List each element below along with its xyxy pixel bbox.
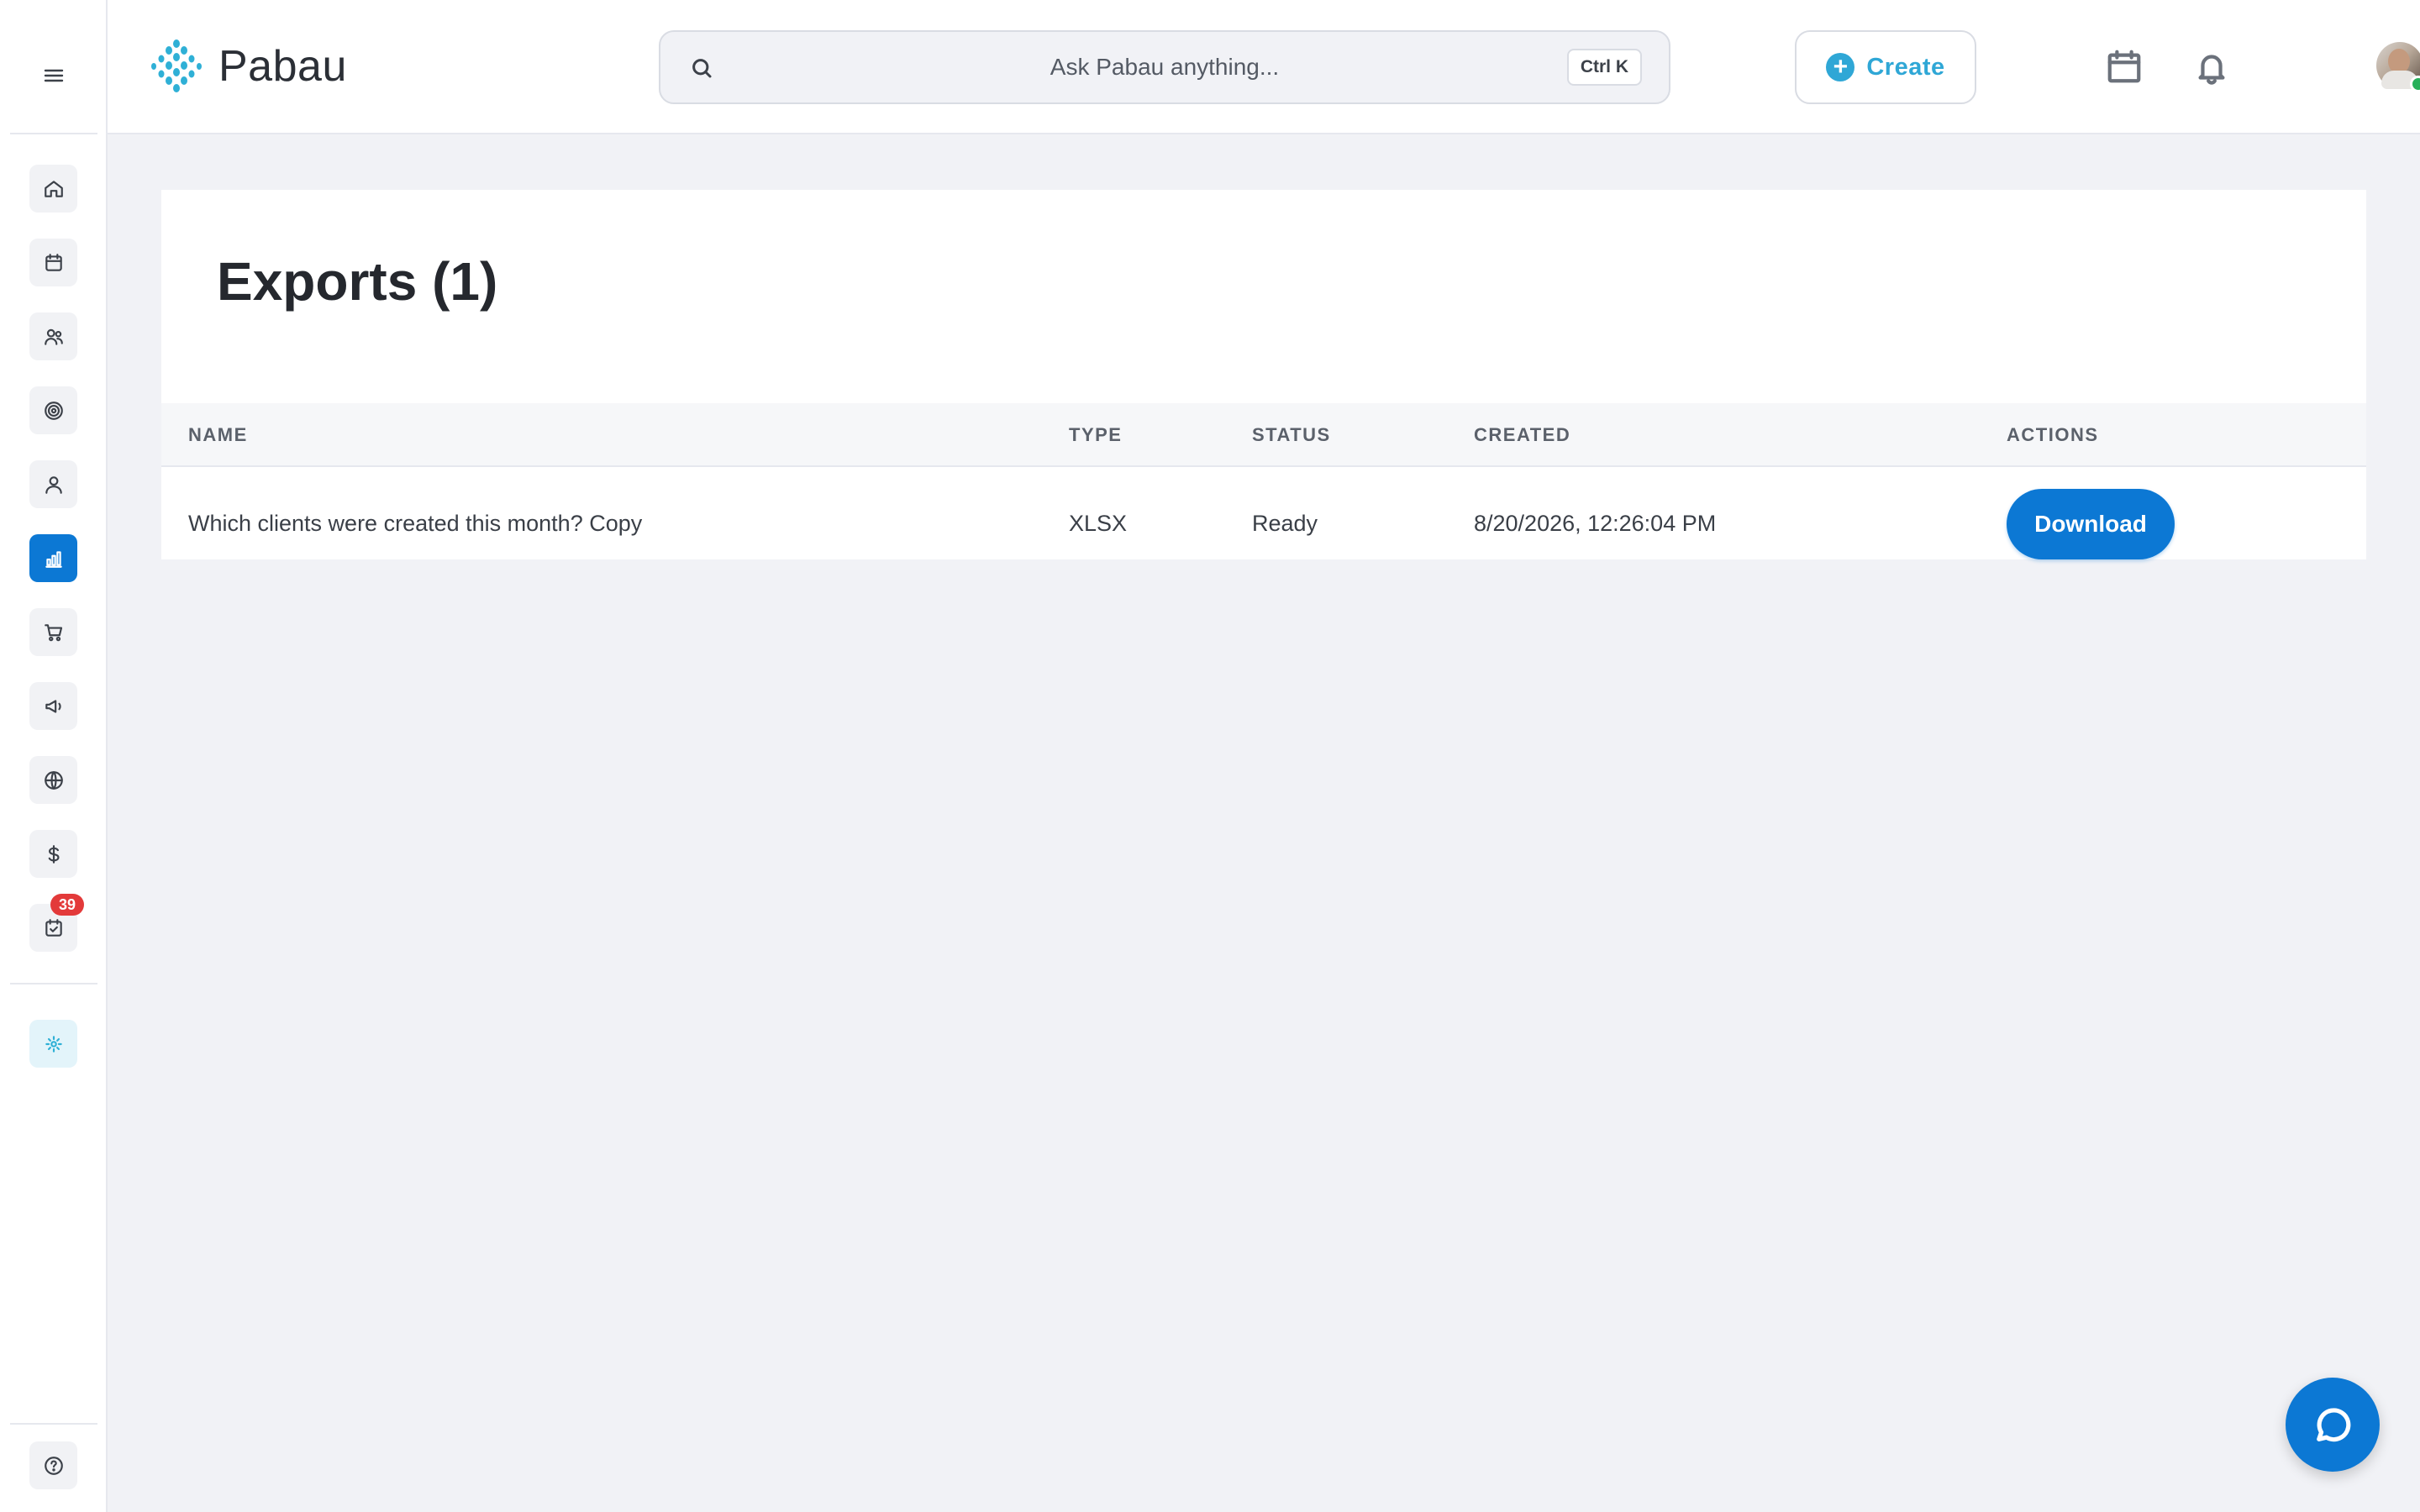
exports-card: Exports (1) NAME TYPE STATUS CREATED ACT… bbox=[161, 190, 2366, 559]
sidebar-item-clients[interactable] bbox=[29, 312, 77, 360]
sidebar-item-reports[interactable] bbox=[29, 534, 77, 582]
sidebar-item-marketing[interactable] bbox=[29, 682, 77, 730]
sidebar-item-online[interactable] bbox=[29, 756, 77, 804]
pabau-logo-icon bbox=[151, 39, 202, 92]
sidebar-item-leads[interactable] bbox=[29, 386, 77, 434]
top-bar: Pabau Ask Pabau anything... Ctrl K + Cre… bbox=[108, 0, 2420, 134]
globe-icon bbox=[44, 770, 63, 790]
sparkle-icon bbox=[45, 1035, 62, 1053]
cart-icon bbox=[44, 623, 62, 641]
brand-name: Pabau bbox=[218, 42, 347, 91]
download-button[interactable]: Download bbox=[2007, 489, 2175, 559]
brand-logo[interactable]: Pabau bbox=[146, 39, 347, 94]
sidebar-divider bbox=[10, 983, 97, 984]
user-icon bbox=[45, 475, 62, 494]
sidebar-item-home[interactable] bbox=[29, 165, 77, 213]
bell-icon bbox=[2198, 55, 2225, 85]
target-icon bbox=[44, 401, 63, 420]
sidebar-item-financials[interactable] bbox=[29, 830, 77, 878]
sidebar-item-staff[interactable] bbox=[29, 460, 77, 508]
online-status-dot bbox=[2410, 76, 2420, 92]
user-menu[interactable] bbox=[2376, 42, 2420, 92]
calendar-icon bbox=[2107, 50, 2141, 83]
help-icon bbox=[44, 1456, 63, 1475]
megaphone-icon bbox=[45, 699, 61, 713]
export-name: Which clients were created this month? C… bbox=[188, 510, 643, 536]
sidebar-divider bbox=[10, 133, 97, 134]
column-header-name[interactable]: NAME bbox=[188, 403, 248, 467]
hamburger-icon bbox=[44, 69, 64, 82]
hamburger-menu-button[interactable] bbox=[34, 60, 74, 91]
avatar bbox=[2376, 42, 2420, 92]
column-header-status[interactable]: STATUS bbox=[1252, 403, 1331, 467]
sidebar-item-sales[interactable] bbox=[29, 608, 77, 656]
sidebar-item-tasks[interactable]: 39 bbox=[29, 894, 84, 952]
column-header-type[interactable]: TYPE bbox=[1069, 403, 1122, 467]
table-row: Which clients were created this month? C… bbox=[161, 467, 2366, 580]
calendar-icon bbox=[45, 253, 62, 271]
dollar-icon bbox=[48, 844, 59, 864]
chat-bubble-icon bbox=[2317, 1408, 2351, 1442]
calendar-shortcut-button[interactable] bbox=[2101, 44, 2148, 91]
column-header-created[interactable]: CREATED bbox=[1474, 403, 1570, 467]
tasks-icon bbox=[45, 918, 62, 937]
table-header: NAME TYPE STATUS CREATED ACTIONS bbox=[161, 403, 2366, 467]
exports-table: NAME TYPE STATUS CREATED ACTIONS Which c… bbox=[161, 403, 2366, 580]
create-button[interactable]: + Create bbox=[1795, 30, 1976, 104]
export-status: Ready bbox=[1252, 510, 1318, 536]
notifications-button[interactable] bbox=[2188, 44, 2235, 91]
create-button-label: Create bbox=[1866, 53, 1945, 81]
global-search-input[interactable]: Ask Pabau anything... Ctrl K bbox=[659, 30, 1670, 104]
sidebar-item-help[interactable] bbox=[29, 1441, 77, 1489]
export-type: XLSX bbox=[1069, 510, 1128, 536]
clients-icon bbox=[44, 328, 63, 345]
plus-circle-icon: + bbox=[1826, 53, 1855, 81]
sidebar: 39 bbox=[0, 0, 108, 1512]
sidebar-item-ai-assistant[interactable] bbox=[29, 1020, 77, 1068]
export-created: 8/20/2026, 12:26:04 PM bbox=[1474, 510, 1717, 536]
search-placeholder: Ask Pabau anything... bbox=[1050, 54, 1280, 80]
search-shortcut-hint: Ctrl K bbox=[1566, 49, 1642, 86]
tasks-count-badge: 39 bbox=[50, 894, 84, 916]
home-icon bbox=[44, 180, 63, 197]
sidebar-divider bbox=[10, 1423, 97, 1425]
chat-support-button[interactable] bbox=[2286, 1378, 2380, 1472]
reports-icon bbox=[45, 550, 62, 568]
sidebar-item-calendar[interactable] bbox=[29, 239, 77, 286]
column-header-actions: ACTIONS bbox=[2007, 424, 2099, 445]
page-title: Exports (1) bbox=[217, 251, 498, 312]
